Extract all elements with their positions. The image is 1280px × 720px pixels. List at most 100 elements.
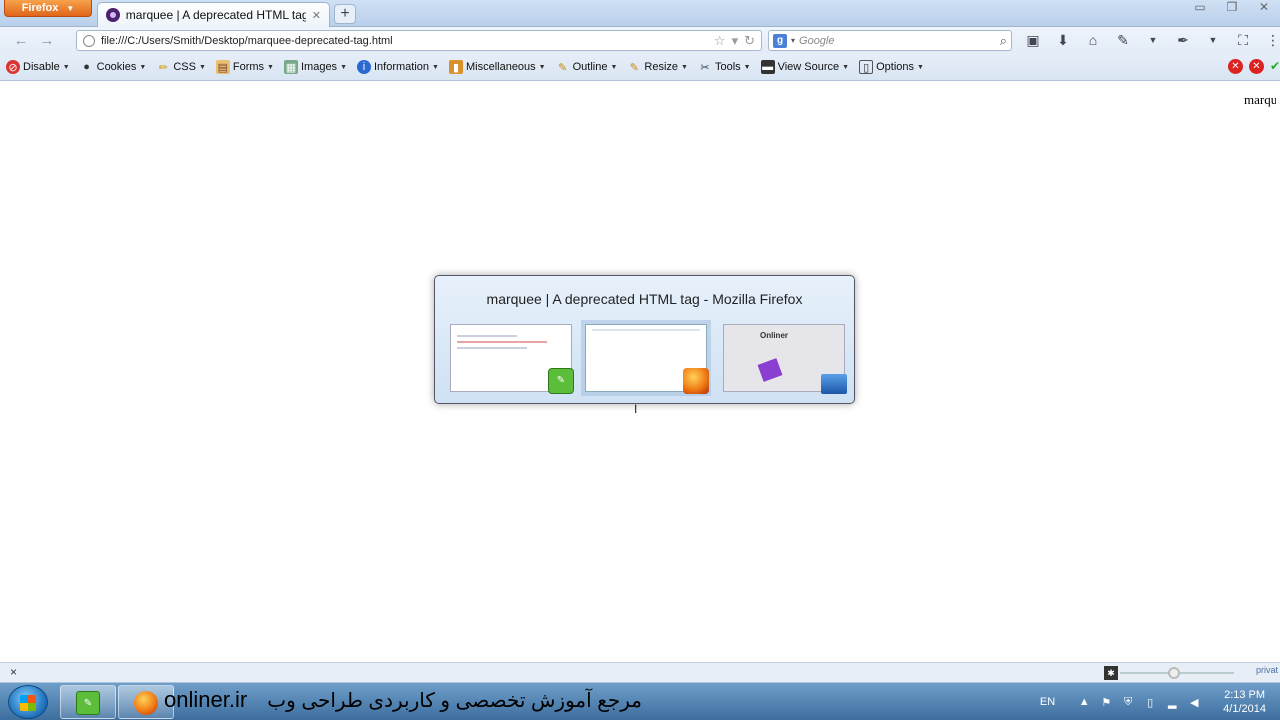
new-tab-button[interactable]: +: [334, 4, 356, 24]
devbar-label: Disable: [23, 61, 60, 73]
disable-icon: ⊘: [6, 60, 20, 74]
clock[interactable]: 2:13 PM 4/1/2014: [1223, 688, 1266, 716]
show-hidden-icons-icon[interactable]: ▲: [1077, 695, 1091, 709]
watermark-site: onliner.ir: [164, 687, 248, 712]
volume-icon[interactable]: ◀: [1187, 695, 1201, 709]
thumbnail-firefox[interactable]: [585, 324, 709, 394]
thumbnail-notepadpp[interactable]: ✎: [450, 324, 574, 394]
status-bar: × ✱ privat: [0, 662, 1280, 682]
chevron-down-icon[interactable]: ▼: [1142, 30, 1164, 50]
thumb-line: [592, 329, 700, 331]
devbar-forms[interactable]: ▤ Forms ▼: [215, 60, 274, 74]
chevron-down-icon: ▼: [139, 63, 147, 71]
chevron-down-icon: ▼: [432, 63, 439, 71]
device-icon[interactable]: ▯: [1143, 695, 1157, 709]
taskbar: ✎ onliner.ir مرجع آموزش تخصصی و کاربردی …: [0, 682, 1280, 720]
switcher-title: marquee | A deprecated HTML tag - Mozill…: [486, 291, 803, 307]
validation-check-icon[interactable]: ✔: [1270, 59, 1280, 74]
devbar-miscellaneous[interactable]: ▮ Miscellaneous ▼: [448, 60, 546, 74]
tab-marquee[interactable]: marquee | A deprecated HTML tag ✕: [97, 2, 330, 27]
chevron-down-icon: ▼: [267, 63, 274, 71]
chevron-down-icon: ▼: [681, 63, 688, 71]
security-shield-icon[interactable]: ⛨: [1121, 695, 1135, 709]
overflow-icon[interactable]: ⋮: [1262, 30, 1280, 50]
clock-date: 4/1/2014: [1223, 703, 1266, 715]
chevron-down-icon[interactable]: ▼: [1202, 30, 1224, 50]
screenshot-icon[interactable]: ▣: [1022, 30, 1044, 50]
addon-icon[interactable]: ✎: [1112, 30, 1134, 50]
view-source-icon: ▬: [760, 60, 775, 74]
forward-arrow-icon[interactable]: →: [34, 32, 60, 49]
chevron-down-icon: ▼: [842, 63, 850, 71]
system-tray: EN ▲ ⚑ ⛨ ▯ ▂ ◀ 2:13 PM 4/1/2014: [1040, 683, 1280, 720]
chevron-down-icon: ▾: [791, 36, 796, 45]
crop-icon[interactable]: ⛶: [1232, 30, 1254, 50]
home-icon[interactable]: ⌂: [1082, 30, 1104, 50]
close-window-icon[interactable]: ✕: [1254, 0, 1274, 14]
chevron-down-icon: ▼: [743, 63, 751, 71]
css-error-icon[interactable]: ✕: [1227, 59, 1243, 74]
tab-title: marquee | A deprecated HTML tag: [125, 8, 306, 22]
addon-icon: ✱: [1104, 666, 1118, 680]
tab-strip: Firefox ▼ marquee | A deprecated HTML ta…: [0, 0, 1280, 27]
devbar-view-source[interactable]: ▬ View Source ▼: [760, 60, 850, 74]
chevron-down-icon: ▼: [198, 63, 206, 71]
pen-tool-icon[interactable]: ✒: [1172, 30, 1194, 50]
thumbnail-onliner[interactable]: Onliner: [723, 324, 847, 394]
devbar-images[interactable]: ▦ Images ▼: [283, 60, 347, 74]
start-button[interactable]: [8, 685, 48, 719]
google-engine-icon[interactable]: g: [773, 33, 787, 48]
taskbar-notepadpp[interactable]: ✎: [60, 685, 116, 719]
devbar-disable[interactable]: ⊘ Disable ▼: [6, 60, 70, 74]
minimize-icon[interactable]: ▭: [1190, 0, 1210, 14]
forms-icon: ▤: [215, 60, 230, 74]
action-center-icon[interactable]: ⚑: [1099, 695, 1113, 709]
clock-time: 2:13 PM: [1224, 689, 1266, 701]
devbar-label: Outline: [572, 61, 608, 73]
watermark: onliner.ir مرجع آموزش تخصصی و کاربردی طر…: [164, 687, 642, 713]
firefox-menu-button[interactable]: Firefox ▼: [4, 0, 92, 17]
firefox-icon: [683, 368, 709, 394]
windows-logo-icon: [20, 695, 36, 711]
navigation-bar: ← → file:///C:/Users/Smith/Desktop/marqu…: [0, 27, 1280, 54]
chevron-down-icon: ▼: [62, 63, 70, 71]
devbar-css[interactable]: ✏ CSS ▼: [156, 60, 206, 74]
firefox-icon: [134, 691, 158, 715]
devbar-cookies[interactable]: ● Cookies ▼: [80, 60, 147, 74]
tab-close-icon[interactable]: ✕: [312, 9, 321, 22]
devbar-outline[interactable]: ✎ Outline ▼: [556, 60, 617, 74]
download-icon[interactable]: ⬇: [1052, 30, 1074, 50]
devbar-label: Images: [300, 61, 338, 73]
slider-knob[interactable]: [1168, 667, 1180, 679]
cookies-icon: ●: [83, 61, 90, 73]
puzzle-icon: [757, 358, 783, 382]
close-addon-bar-icon[interactable]: ×: [10, 665, 17, 679]
marquee-text: marqu: [1244, 92, 1276, 107]
js-error-icon[interactable]: ✕: [1248, 59, 1264, 74]
devbar-information[interactable]: i Information ▼: [357, 60, 439, 74]
search-icon[interactable]: ⌕: [1000, 33, 1007, 49]
url-bar[interactable]: file:///C:/Users/Smith/Desktop/marquee-d…: [76, 30, 762, 51]
search-placeholder: Google: [799, 34, 835, 47]
watermark-tagline: مرجع آموزش تخصصی و کاربردی طراحی وب: [267, 690, 643, 712]
bookmark-star-icon[interactable]: ☆: [714, 33, 726, 49]
devbar-tools[interactable]: ✂ Tools ▼: [698, 60, 751, 74]
notepadpp-icon: ✎: [76, 691, 100, 715]
history-dropdown-icon[interactable]: ▾: [732, 33, 739, 49]
thumb-line: [457, 335, 517, 337]
devbar-resize[interactable]: ✎ Resize ▼: [627, 60, 688, 74]
search-bar[interactable]: g ▾ Google ⌕: [768, 30, 1012, 51]
devbar-options[interactable]: ▯ Options ▼: [859, 60, 924, 74]
language-indicator[interactable]: EN: [1040, 696, 1055, 708]
restore-icon[interactable]: ❐: [1222, 0, 1242, 14]
devbar-label: Information: [374, 61, 430, 73]
zoom-slider[interactable]: ✱: [1104, 666, 1234, 680]
page-info-icon[interactable]: [83, 34, 95, 47]
miscellaneous-icon: ▮: [448, 60, 463, 74]
back-arrow-icon[interactable]: ←: [8, 32, 34, 49]
reload-icon[interactable]: ↻: [744, 33, 755, 49]
nav-toolbar-buttons: ▣ ⬇ ⌂ ✎ ▼ ✒ ▼ ⛶ ⋮: [1022, 30, 1280, 50]
devbar-label: Resize: [644, 61, 679, 73]
devbar-label: Cookies: [96, 61, 137, 73]
network-signal-icon[interactable]: ▂: [1165, 695, 1179, 709]
